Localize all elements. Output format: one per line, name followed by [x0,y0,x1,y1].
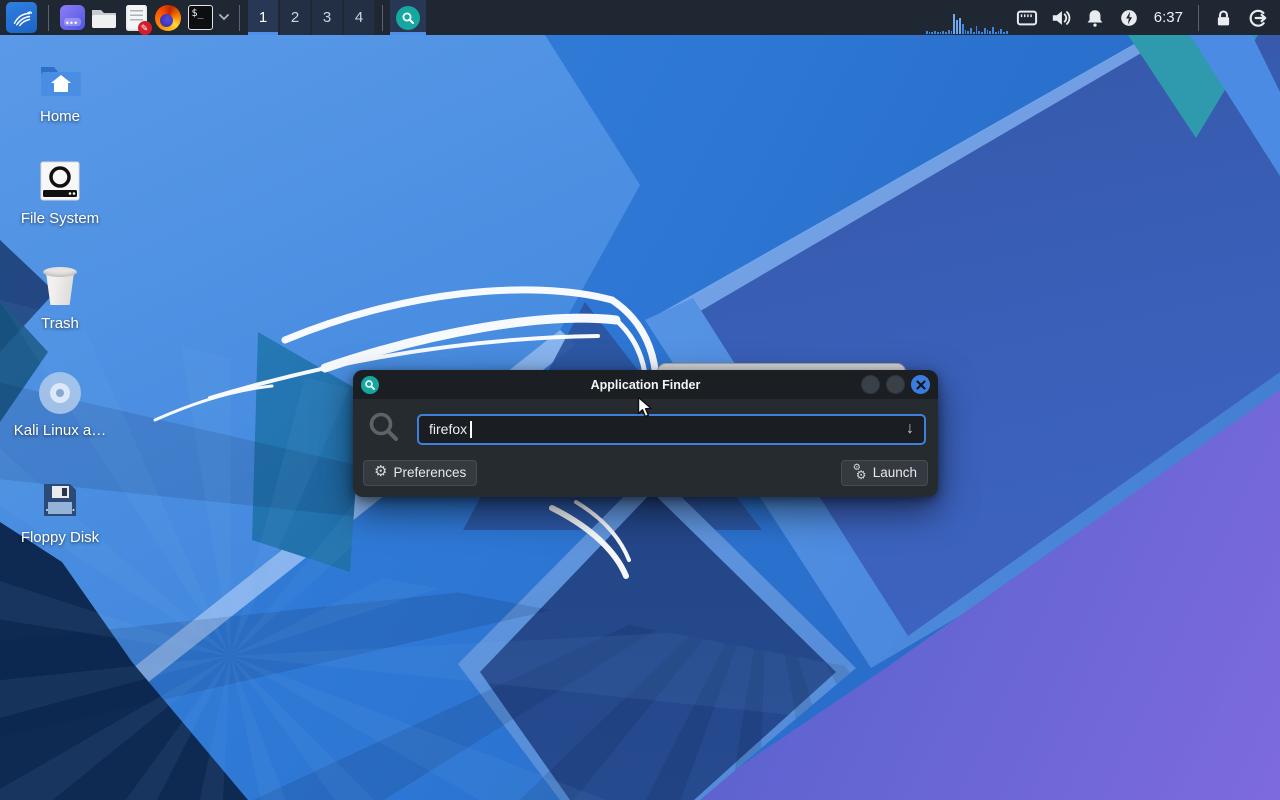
power-manager-indicator[interactable] [1116,4,1142,32]
appfinder-window-icon [361,375,379,394]
firefox-icon [155,4,181,31]
lock-screen-button[interactable] [1210,4,1236,32]
workspace-4-button[interactable]: 4 [344,0,374,35]
lock-icon [1217,10,1229,25]
file-manager-icon [92,9,116,28]
clock[interactable]: 6:37 [1154,9,1183,26]
top-panel: ••• ✎ $_ 1 2 3 4 6:37 [0,0,1280,35]
hard-drive-icon [8,158,112,204]
workspace-3-button[interactable]: 3 [312,0,342,35]
text-caret [470,420,472,438]
panel-separator [382,4,383,31]
desktop-icon-home[interactable]: Home [8,56,112,125]
search-input-value: firefox [429,421,468,437]
search-input[interactable]: firefox ↓ [417,413,926,445]
desktop-icon-label: Trash [41,315,79,332]
minimize-button[interactable] [861,375,880,394]
launch-button[interactable]: ⚙ ⚙ Launch [840,460,928,486]
desktop-icon-label: File System [20,210,100,227]
workspace-2-button[interactable]: 2 [280,0,310,35]
launcher-file-manager[interactable] [88,1,120,35]
volume-icon [1052,10,1071,25]
logout-button[interactable] [1244,4,1270,32]
desktop-icon-kali-cd[interactable]: Kali Linux a… [8,370,112,439]
terminal-dropdown-button[interactable] [216,1,232,35]
close-icon [915,379,926,390]
search-icon [367,410,401,449]
power-manager-icon [1120,9,1137,26]
volume-indicator[interactable] [1048,4,1074,32]
dropdown-arrow-icon[interactable]: ↓ [906,420,914,438]
panel-separator [48,4,49,31]
appfinder-icon [396,5,420,30]
run-gears-icon: ⚙ ⚙ [852,462,867,482]
close-button[interactable] [911,375,930,394]
desktop-icon-label: Home [39,108,80,125]
window-manager-icon: ••• [59,5,85,30]
panel-separator [1198,4,1199,31]
floppy-disk-icon [8,477,112,523]
display-icon [1016,10,1037,25]
workspace-1-button[interactable]: 1 [248,0,278,35]
taskbar-item-application-finder[interactable] [390,0,426,35]
window-title: Application Finder [590,377,701,392]
home-folder-icon [8,56,112,102]
desktop-icon-floppy[interactable]: Floppy Disk [8,477,112,546]
launcher-text-editor[interactable]: ✎ [120,1,152,35]
desktop-icon-label: Kali Linux a… [13,422,107,439]
logout-icon [1249,9,1266,27]
kali-menu-icon [13,10,32,26]
desktop-icon-trash[interactable]: Trash [8,263,112,332]
cd-disk-icon [8,370,112,416]
mouse-cursor [637,396,654,424]
maximize-button[interactable] [886,375,905,394]
notifications-indicator[interactable] [1082,4,1108,32]
trash-icon [8,263,112,309]
desktop-icon-file-system[interactable]: File System [8,158,112,227]
launcher-firefox[interactable] [152,1,184,35]
application-finder-window: Application Finder firefox ↓ ⚙ Preferenc… [353,370,938,497]
cpu-graph[interactable] [924,0,1010,35]
preferences-label: Preferences [393,464,467,480]
desktop-screen: Home File System Trash Kali Linux a… Flo… [0,0,1280,800]
chevron-down-icon [219,14,229,21]
launcher-terminal[interactable]: $_ [184,1,216,35]
pencil-icon: ✎ [137,20,152,35]
gear-icon: ⚙ [374,463,388,480]
titlebar[interactable]: Application Finder [353,370,938,399]
launch-label: Launch [872,464,917,480]
notifications-bell-icon [1087,9,1103,27]
preferences-button[interactable]: ⚙ Preferences [363,460,478,486]
desktop-icon-label: Floppy Disk [20,529,100,546]
panel-separator [239,4,240,31]
text-editor-icon: ✎ [125,4,152,35]
terminal-icon: $_ [187,5,213,30]
display-indicator[interactable] [1014,4,1040,32]
applications-menu-button[interactable] [6,2,37,33]
launcher-window-manager[interactable]: ••• [56,1,88,35]
